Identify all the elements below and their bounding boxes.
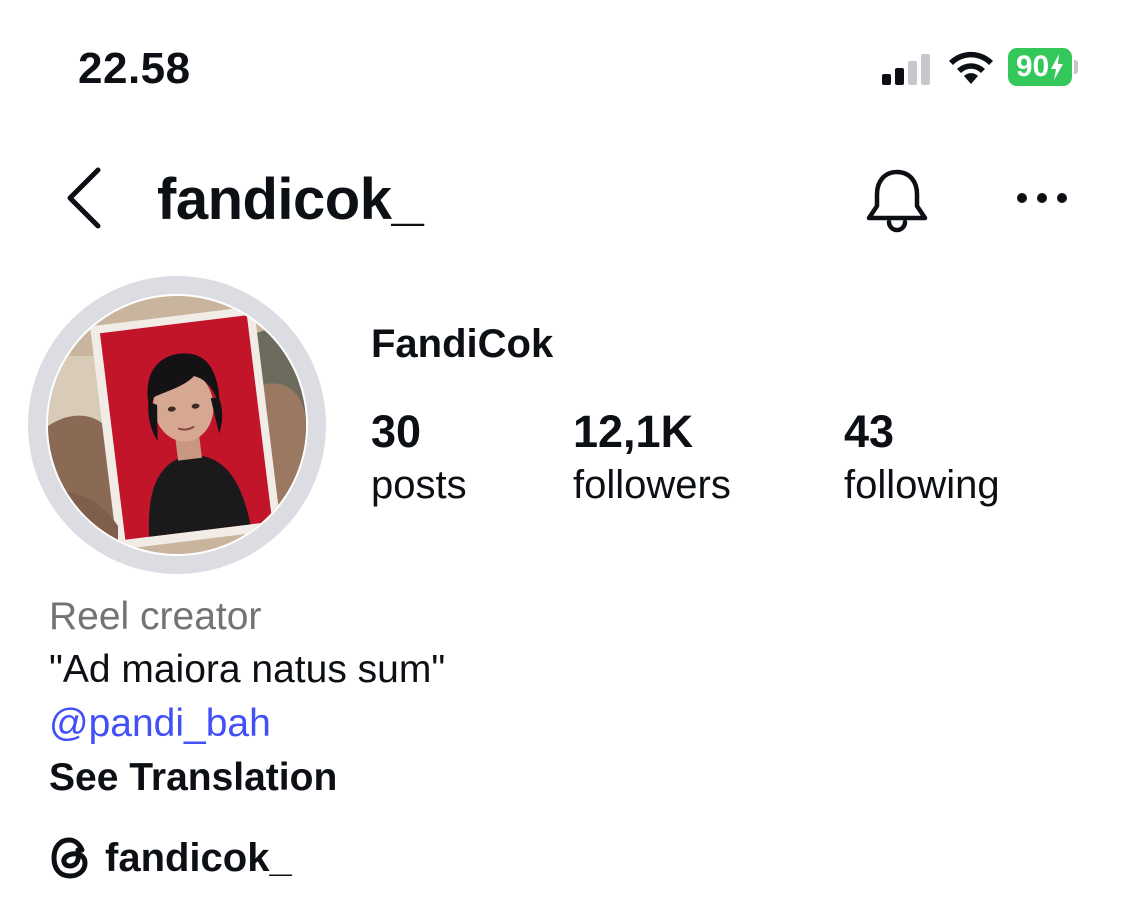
followers-stat[interactable]: 12,1K followers: [573, 408, 731, 508]
page-title: fandicok_: [157, 167, 424, 232]
status-time: 22.58: [78, 44, 191, 93]
battery-cap: [1074, 60, 1078, 74]
more-horizontal-icon[interactable]: [1012, 186, 1072, 210]
battery-level: 90: [1008, 48, 1072, 86]
threads-icon: [51, 837, 88, 879]
posts-stat[interactable]: 30 posts: [371, 408, 467, 508]
profile-category: Reel creator: [49, 595, 262, 638]
bio-text: "Ad maiora natus sum": [49, 648, 446, 691]
wifi-icon: [949, 51, 993, 84]
posts-count: 30: [371, 406, 422, 457]
profile-display-name: FandiCok: [371, 322, 554, 366]
cellular-signal-icon: [882, 54, 930, 85]
charging-bolt-icon: [1051, 54, 1064, 80]
posts-label: posts: [371, 463, 467, 507]
following-stat[interactable]: 43 following: [844, 408, 1000, 508]
following-count: 43: [844, 406, 895, 457]
battery-indicator: 90: [1008, 48, 1078, 86]
followers-label: followers: [573, 463, 731, 507]
profile-page: 22.58 90 fandicok_ FandiCok 30 posts 12,…: [0, 0, 1125, 908]
battery-percent: 90: [1015, 50, 1050, 83]
see-translation-link[interactable]: See Translation: [49, 755, 337, 801]
followers-count: 12,1K: [573, 406, 694, 457]
bell-icon[interactable]: [864, 166, 930, 234]
following-label: following: [844, 463, 1000, 507]
threads-handle: fandicok_: [105, 836, 292, 880]
avatar[interactable]: [48, 296, 306, 554]
avatar-photo: [48, 296, 306, 554]
threads-profile-link[interactable]: fandicok_: [49, 832, 292, 884]
bio-mention-link[interactable]: @pandi_bah: [49, 701, 271, 747]
chevron-left-icon[interactable]: [62, 166, 106, 230]
